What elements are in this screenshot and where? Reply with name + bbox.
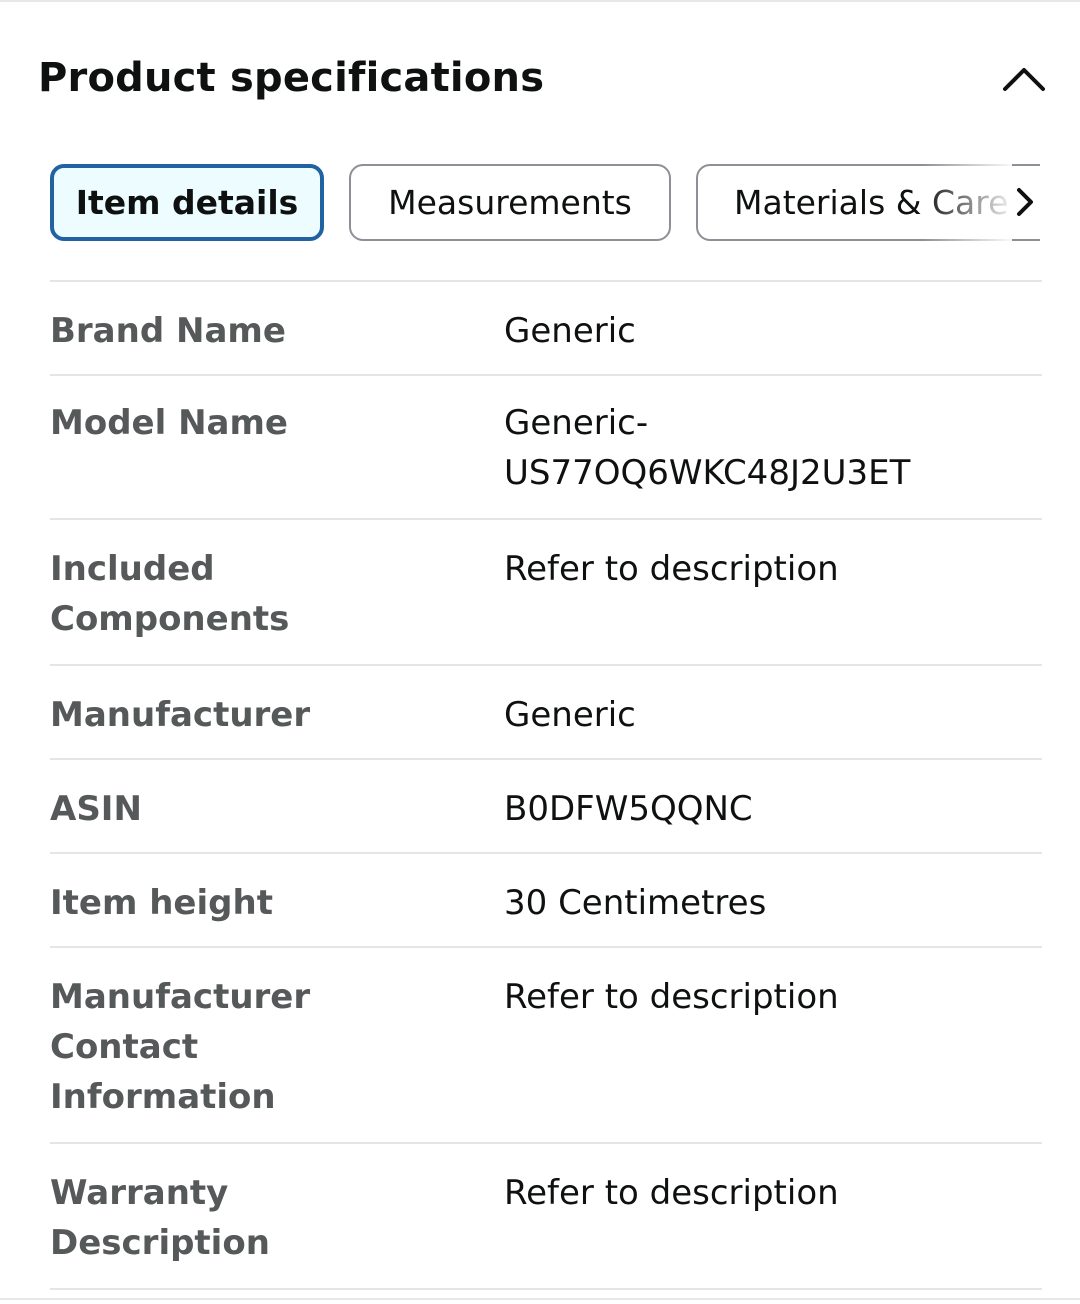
top-divider	[0, 0, 1080, 2]
specs-header: Product specifications	[38, 50, 1048, 106]
tabs-scroll-right-button[interactable]	[1010, 178, 1040, 226]
tab-item-details[interactable]: Item details	[50, 163, 324, 241]
chevron-up-icon	[1003, 68, 1045, 91]
spec-key: Included Components	[50, 549, 290, 639]
section-title: Product specifications	[38, 55, 545, 101]
spec-tabs: Item details Measurements Materials & Ca…	[50, 162, 1040, 242]
spec-row: Included Components Refer to description	[50, 520, 1042, 666]
spec-value: Refer to description	[504, 1173, 839, 1213]
spec-value: Refer to description	[504, 549, 839, 589]
spec-key: Manufacturer	[50, 695, 311, 735]
spec-key: ASIN	[50, 789, 142, 829]
spec-value: Generic	[504, 695, 636, 735]
spec-key: Warranty Description	[50, 1173, 270, 1263]
spec-key: Model Name	[50, 403, 288, 443]
tab-materials-care[interactable]: Materials & Care	[696, 163, 1040, 241]
spec-row: Warranty Description Refer to description	[50, 1144, 1042, 1290]
spec-row: ASIN B0DFW5QQNC	[50, 760, 1042, 854]
spec-row: Item height 30 Centimetres	[50, 854, 1042, 948]
spec-value: Generic	[504, 311, 636, 351]
chevron-right-icon	[1017, 188, 1033, 216]
collapse-button[interactable]	[1000, 54, 1048, 102]
spec-key: Manufacturer Contact Information	[50, 977, 311, 1117]
tab-measurements[interactable]: Measurements	[349, 163, 671, 241]
spec-key: Item height	[50, 883, 273, 923]
spec-key: Brand Name	[50, 311, 286, 351]
spec-value: 30 Centimetres	[504, 883, 767, 923]
spec-table: Brand Name Generic Model Name Generic- US77O…	[50, 280, 1042, 1290]
spec-row: Manufacturer Generic	[50, 666, 1042, 760]
bottom-divider	[0, 1298, 1080, 1300]
spec-row: Brand Name Generic	[50, 282, 1042, 376]
spec-row: Manufacturer Contact Information Refer to d…	[50, 948, 1042, 1144]
spec-value: Generic- US77OQ6WKC48J2U3ET	[504, 403, 911, 493]
spec-value: B0DFW5QQNC	[504, 789, 753, 829]
spec-value: Refer to description	[504, 977, 839, 1017]
spec-row: Model Name Generic- US77OQ6WKC48J2U3ET	[50, 376, 1042, 520]
